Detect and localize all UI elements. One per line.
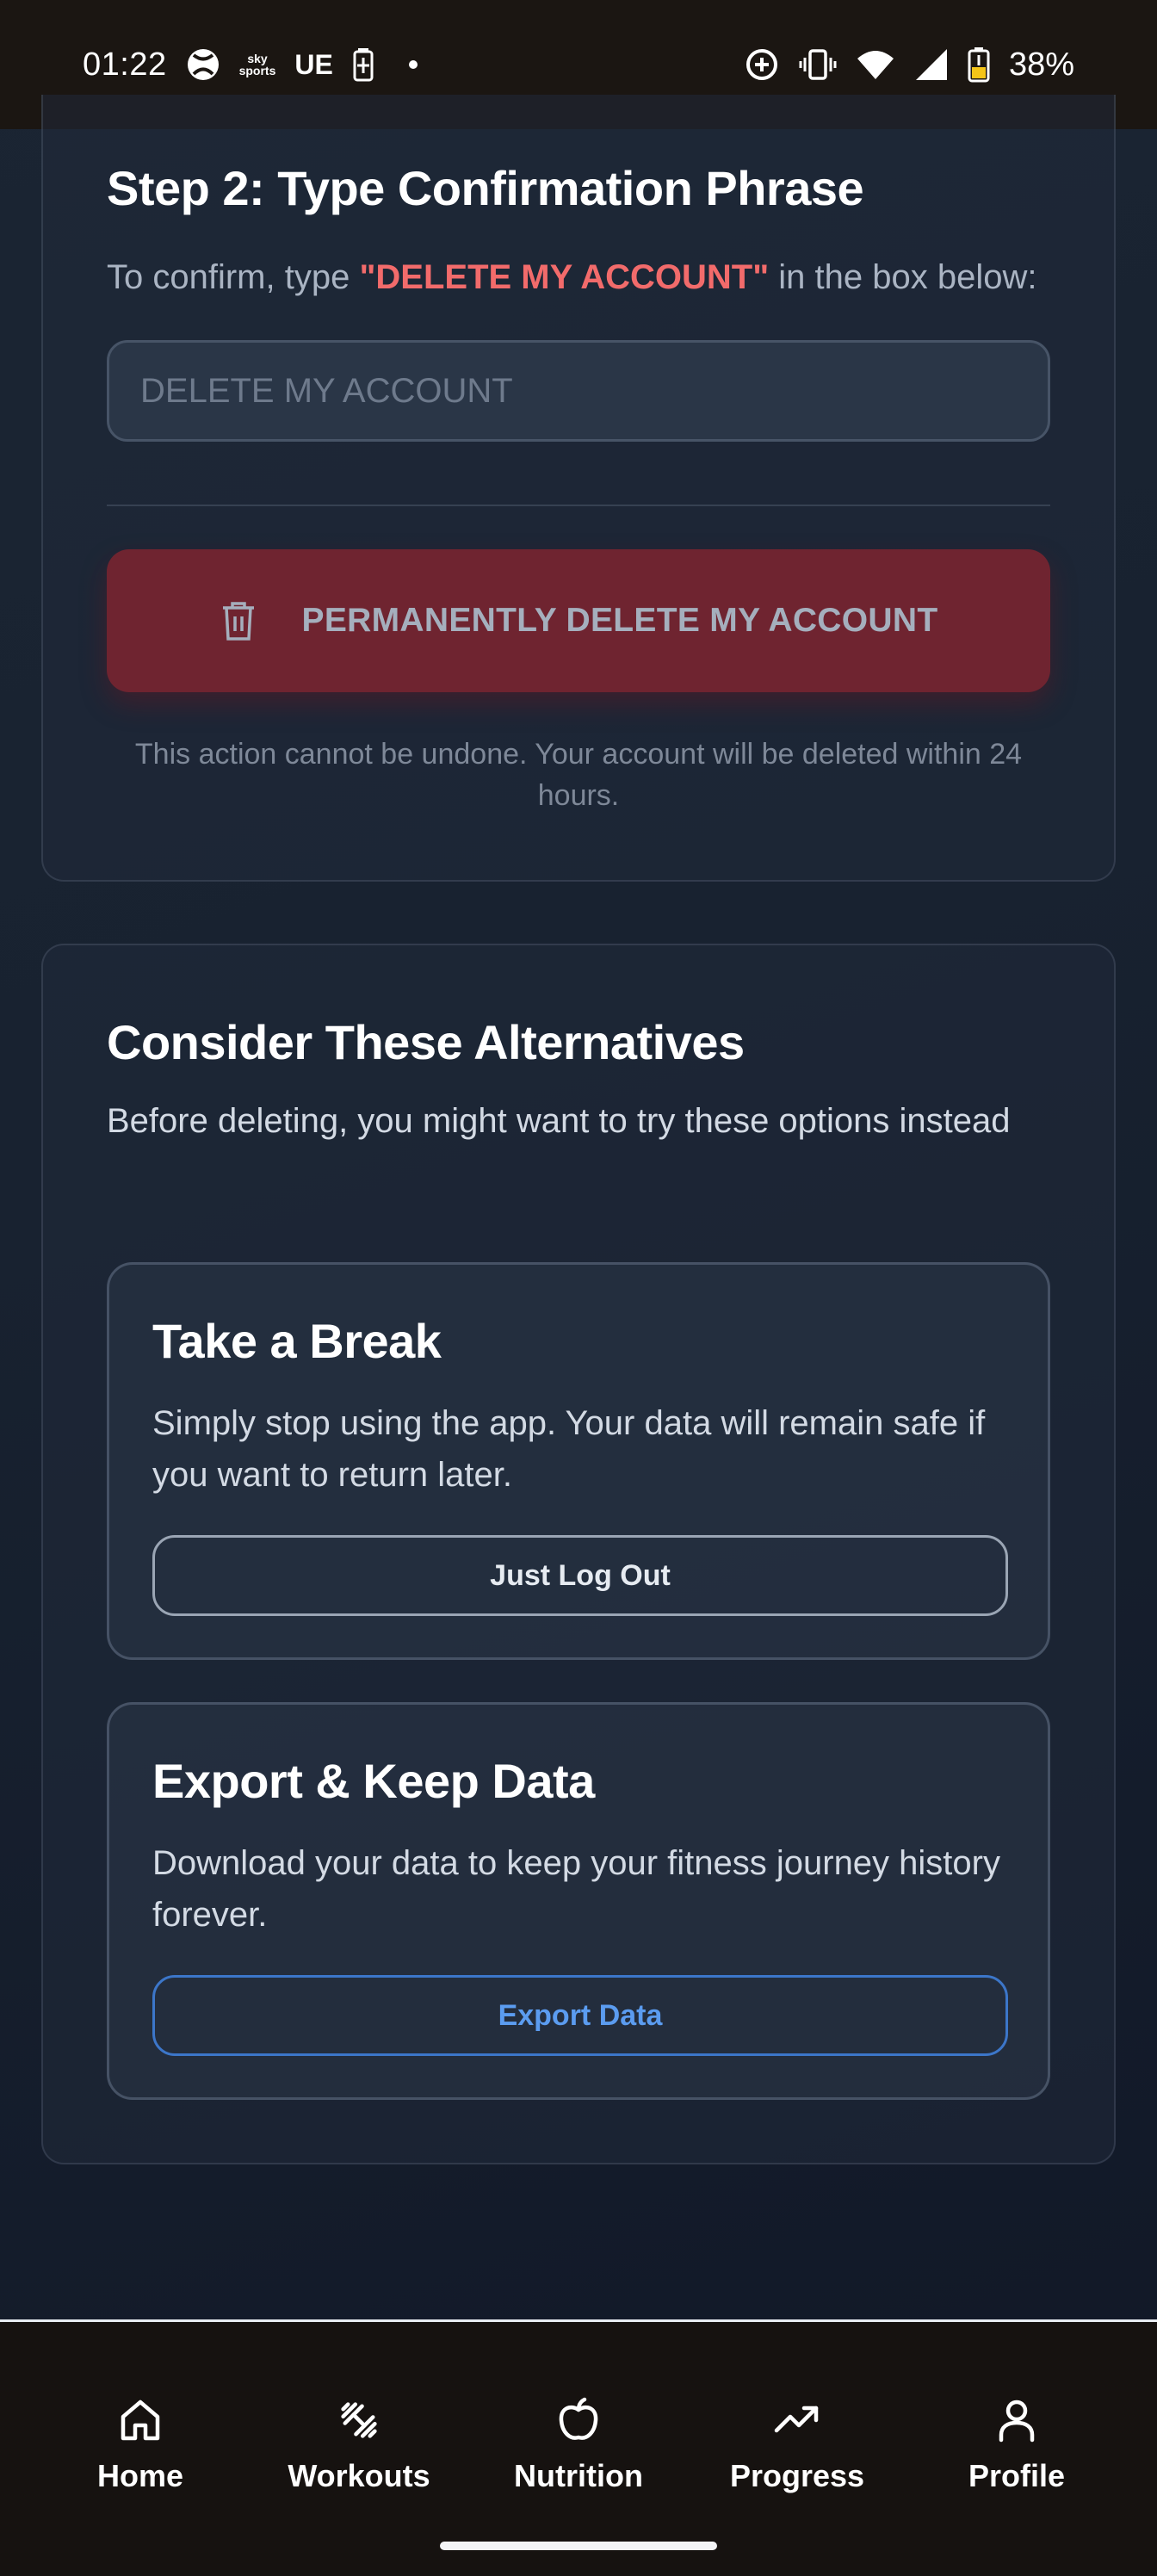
option-description: Simply stop using the app. Your data wil…	[152, 1404, 986, 1494]
nav-item-profile[interactable]: Profile	[922, 2394, 1111, 2494]
take-a-break-option: Take a Break Simply stop using the app. …	[107, 1262, 1050, 1660]
sky-sports-icon: sky sports	[239, 53, 276, 77]
confirm-phrase: "DELETE MY ACCOUNT"	[359, 258, 770, 296]
sky-sports-line2: sports	[238, 64, 276, 77]
home-indicator[interactable]	[440, 2542, 717, 2550]
trash-icon	[220, 599, 257, 642]
confirm-instruction: To confirm, type "DELETE MY ACCOUNT" in …	[107, 258, 1036, 297]
step2-title: Step 2: Type Confirmation Phrase	[107, 161, 864, 215]
alternatives-subtitle: Before deleting, you might want to try t…	[107, 1102, 1011, 1140]
xbox-icon	[186, 47, 220, 82]
status-bar-right: 38%	[744, 46, 1074, 84]
permanently-delete-button[interactable]: PERMANENTLY DELETE MY ACCOUNT	[107, 549, 1050, 692]
option-title: Take a Break	[152, 1314, 442, 1368]
apple-icon	[553, 2394, 604, 2446]
user-icon	[991, 2394, 1043, 2446]
data-saver-icon	[744, 46, 780, 83]
dumbbell-icon	[333, 2394, 385, 2446]
trending-up-icon	[771, 2394, 823, 2446]
export-data-option: Export & Keep Data Download your data to…	[107, 1702, 1050, 2100]
delete-button-label: PERMANENTLY DELETE MY ACCOUNT	[301, 602, 938, 639]
battery-icon	[968, 46, 990, 83]
status-time: 01:22	[83, 46, 167, 83]
status-bar-left: 01:22 sky sports UE	[83, 46, 418, 84]
confirm-suffix: in the box below:	[769, 258, 1037, 296]
bottom-nav: Home Workouts Nutrition Progress Profile	[0, 2322, 1157, 2576]
battery-percent: 38%	[1008, 46, 1074, 83]
wifi-icon	[856, 48, 895, 81]
option-title: Export & Keep Data	[152, 1754, 595, 1808]
warning-note: This action cannot be undone. Your accou…	[134, 738, 1023, 812]
divider	[107, 505, 1050, 506]
option-description: Download your data to keep your fitness …	[152, 1844, 1000, 1934]
nav-item-progress[interactable]: Progress	[702, 2394, 892, 2494]
nav-item-nutrition[interactable]: Nutrition	[484, 2394, 673, 2494]
confirmation-phrase-input[interactable]	[107, 340, 1050, 442]
ue-label: UE	[294, 48, 333, 80]
nav-item-home[interactable]: Home	[46, 2394, 235, 2494]
nav-label-progress: Progress	[729, 2458, 865, 2493]
nav-label-nutrition: Nutrition	[514, 2458, 643, 2493]
battery-saver-icon	[352, 47, 374, 82]
export-data-button[interactable]: Export Data	[152, 1975, 1008, 2056]
dot-icon	[408, 60, 418, 69]
log-out-button[interactable]: Just Log Out	[152, 1535, 1008, 1616]
home-icon	[114, 2394, 166, 2446]
signal-icon	[914, 47, 949, 82]
nav-label-home: Home	[96, 2458, 184, 2493]
vibrate-icon	[799, 47, 837, 82]
confirm-prefix: To confirm, type	[107, 258, 360, 296]
alternatives-title: Consider These Alternatives	[107, 1015, 745, 1069]
nav-label-profile: Profile	[968, 2458, 1066, 2493]
nav-item-workouts[interactable]: Workouts	[264, 2394, 454, 2494]
nav-label-workouts: Workouts	[288, 2458, 430, 2493]
